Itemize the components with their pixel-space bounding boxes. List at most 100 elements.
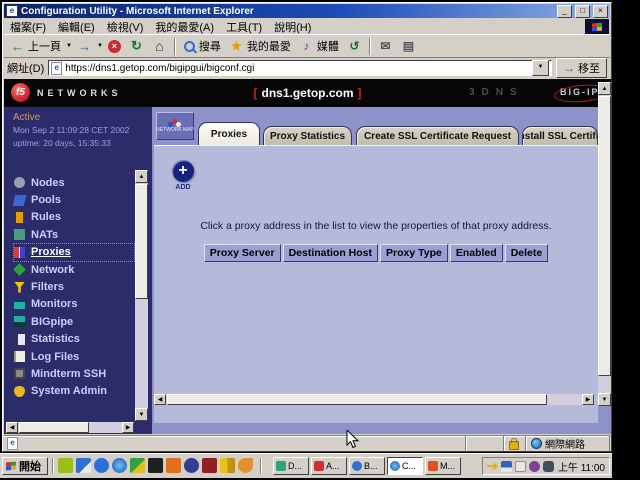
column-delete[interactable]: Delete xyxy=(505,244,549,262)
column-enabled[interactable]: Enabled xyxy=(450,244,503,262)
address-dropdown[interactable]: ▼ xyxy=(532,60,549,76)
sidebar-item-network[interactable]: Network xyxy=(14,261,134,278)
home-button[interactable]: ⌂ xyxy=(148,38,171,55)
scrollbar-thumb[interactable] xyxy=(19,422,89,433)
sidebar-item-filters[interactable]: Filters xyxy=(14,278,134,295)
sidebar-nav: Nodes Pools Rules NATs Proxies Network F… xyxy=(14,174,134,400)
start-button[interactable]: 開始 xyxy=(2,457,48,475)
task-button-2[interactable]: A... xyxy=(311,457,347,475)
sidebar-hscrollbar[interactable]: ◀ ▶ xyxy=(6,422,134,433)
go-button[interactable]: → 移至 xyxy=(556,58,607,78)
network-map-button[interactable]: NETWORK MAP xyxy=(156,112,194,140)
task-icon xyxy=(276,461,286,471)
forward-dropdown[interactable]: ▼ xyxy=(96,43,104,49)
quick-launch-icon-10[interactable] xyxy=(220,458,235,473)
close-button[interactable]: × xyxy=(593,5,608,18)
column-proxy-server[interactable]: Proxy Server xyxy=(204,244,281,262)
scrollbar-thumb[interactable] xyxy=(598,96,611,376)
tray-icon-3[interactable] xyxy=(515,461,526,472)
scroll-up-icon[interactable]: ▲ xyxy=(598,82,611,95)
address-input[interactable] xyxy=(65,62,529,75)
media-button[interactable]: ♪ 媒體 xyxy=(295,37,343,55)
scroll-left-icon[interactable]: ◀ xyxy=(6,422,18,433)
sidebar-item-nats[interactable]: NATs xyxy=(14,226,134,243)
browser-viewport: f5 NETWORKS [dns1.getop.com] 3DNS BIG-IP… xyxy=(4,79,611,434)
tab-create-ssl-certificate-request[interactable]: Create SSL Certificate Request xyxy=(356,126,519,145)
menu-edit[interactable]: 編輯(E) xyxy=(52,19,101,35)
menu-file[interactable]: 檔案(F) xyxy=(4,19,52,35)
search-button[interactable]: 搜尋 xyxy=(179,37,225,55)
scrollbar-thumb[interactable] xyxy=(135,184,148,299)
log-files-icon xyxy=(14,351,25,362)
quick-launch-icon-11[interactable] xyxy=(238,458,253,473)
sidebar-scrollbar[interactable]: ▲ ▼ xyxy=(135,170,148,421)
menu-help[interactable]: 說明(H) xyxy=(268,19,317,35)
main-hscrollbar[interactable]: ◀ ▶ xyxy=(154,394,594,405)
task-button-3[interactable]: B... xyxy=(349,457,385,475)
sidebar-item-proxies[interactable]: Proxies xyxy=(14,244,134,261)
mail-button[interactable]: ✉ xyxy=(374,38,397,55)
tray-icon-5[interactable] xyxy=(543,461,554,472)
quick-launch-icon-3[interactable] xyxy=(94,458,109,473)
sidebar-item-bigpipe[interactable]: BIGpipe xyxy=(14,313,134,330)
quick-launch-icon-9[interactable] xyxy=(202,458,217,473)
instruction-text: Click a proxy address in the list to vie… xyxy=(154,220,598,232)
sidebar-item-mindterm-ssh[interactable]: Mindterm SSH xyxy=(14,365,134,382)
tab-proxy-statistics[interactable]: Proxy Statistics xyxy=(263,126,352,145)
maximize-button[interactable]: □ xyxy=(575,5,590,18)
tab-proxies[interactable]: Proxies xyxy=(198,122,260,145)
tray-clock: 上午 11:00 xyxy=(558,459,605,474)
stop-button[interactable]: × xyxy=(104,39,125,54)
sidebar-item-monitors[interactable]: Monitors xyxy=(14,296,134,313)
address-box: e ▼ xyxy=(48,60,552,76)
quick-launch-icon-7[interactable] xyxy=(166,458,181,473)
scroll-up-icon[interactable]: ▲ xyxy=(135,170,148,183)
quick-launch-icon-5[interactable] xyxy=(130,458,145,473)
tray-icon-1[interactable] xyxy=(487,461,498,472)
favorites-button[interactable]: ★ 我的最愛 xyxy=(225,37,295,55)
scrollbar-thumb[interactable] xyxy=(167,394,547,405)
print-button[interactable]: ▤ xyxy=(397,38,420,55)
scroll-right-icon[interactable]: ▶ xyxy=(582,394,594,405)
tab-install-ssl-certificate[interactable]: Install SSL Certific xyxy=(522,126,598,145)
scroll-right-icon[interactable]: ▶ xyxy=(122,422,134,433)
main-scrollbar[interactable]: ▲ ▼ xyxy=(598,82,611,406)
column-proxy-type[interactable]: Proxy Type xyxy=(380,244,448,262)
quick-launch-icon-4[interactable] xyxy=(112,458,127,473)
quick-launch-icon-2[interactable] xyxy=(76,458,91,473)
column-destination-host[interactable]: Destination Host xyxy=(283,244,378,262)
forward-button[interactable]: → xyxy=(73,38,96,55)
tray-icon-2[interactable] xyxy=(501,461,512,472)
sidebar-item-system-admin[interactable]: System Admin xyxy=(14,383,134,400)
quick-launch-icon-6[interactable] xyxy=(148,458,163,473)
quick-launch-icon-8[interactable] xyxy=(184,458,199,473)
scroll-left-icon[interactable]: ◀ xyxy=(154,394,166,405)
network-map-icon xyxy=(168,119,182,127)
menu-favorites[interactable]: 我的最愛(A) xyxy=(149,19,220,35)
sidebar-item-nodes[interactable]: Nodes xyxy=(14,174,134,191)
history-button[interactable]: ↺ xyxy=(343,38,366,55)
add-proxy-button[interactable]: + xyxy=(172,160,194,182)
mail-icon: ✉ xyxy=(378,39,393,54)
task-button-5[interactable]: M... xyxy=(425,457,461,475)
sidebar-item-statistics[interactable]: Statistics xyxy=(14,331,134,348)
back-button[interactable]: ← 上一頁 xyxy=(6,37,65,55)
proxy-table-header-row: Proxy Server Destination Host Proxy Type… xyxy=(154,244,598,262)
task-button-4-active[interactable]: C... xyxy=(387,457,423,475)
menu-tools[interactable]: 工具(T) xyxy=(220,19,268,35)
scroll-down-icon[interactable]: ▼ xyxy=(598,393,611,406)
sidebar-item-rules[interactable]: Rules xyxy=(14,209,134,226)
title-bar: e Configuration Utility - Microsoft Inte… xyxy=(4,4,610,18)
quick-launch-icon-1[interactable] xyxy=(58,458,73,473)
refresh-button[interactable]: ↻ xyxy=(125,38,148,55)
back-dropdown[interactable]: ▼ xyxy=(65,43,73,49)
address-bar: 網址(D) e ▼ → 移至 xyxy=(4,57,610,78)
task-button-1[interactable]: D... xyxy=(273,457,309,475)
scroll-down-icon[interactable]: ▼ xyxy=(135,408,148,421)
sidebar-item-pools[interactable]: Pools xyxy=(14,191,134,208)
sidebar-item-log-files[interactable]: Log Files xyxy=(14,348,134,365)
menu-view[interactable]: 檢視(V) xyxy=(101,19,150,35)
tray-icon-4[interactable] xyxy=(529,461,540,472)
mindterm-ssh-icon xyxy=(14,368,25,379)
minimize-button[interactable]: _ xyxy=(557,5,572,18)
